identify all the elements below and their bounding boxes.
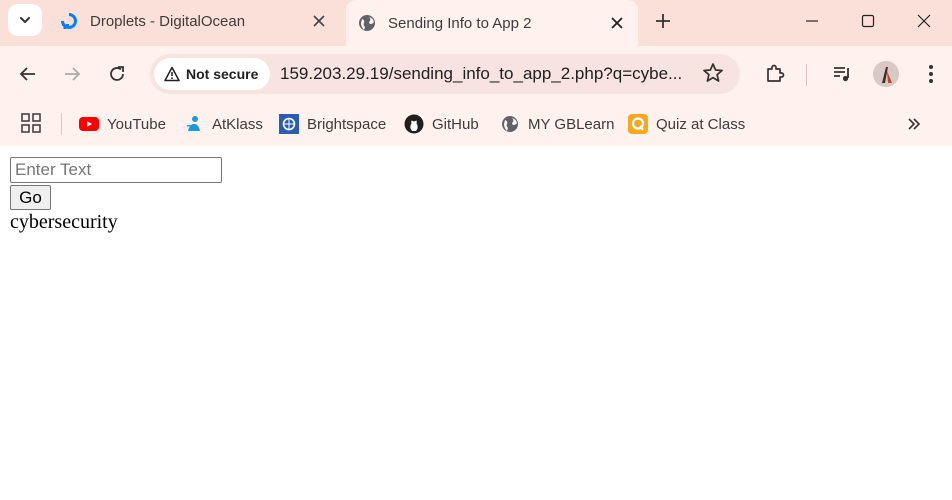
bookmark-label: AtKlass — [212, 115, 263, 133]
maximize-button[interactable] — [840, 0, 896, 42]
bookmarks-divider — [61, 113, 62, 135]
quiz-icon — [628, 114, 648, 134]
bookmark-brightspace[interactable]: Brightspace — [279, 110, 386, 138]
arrow-right-icon — [65, 67, 81, 81]
bookmark-youtube[interactable]: YouTube — [79, 110, 166, 138]
page-content: Go cybersecurity — [0, 146, 952, 500]
bookmark-label: MY GBLearn — [528, 115, 615, 133]
plus-icon — [656, 14, 670, 28]
menu-button[interactable] — [918, 61, 944, 87]
close-icon — [313, 15, 325, 27]
close-window-button[interactable] — [896, 0, 952, 42]
security-label: Not secure — [186, 66, 259, 82]
security-indicator[interactable]: Not secure — [154, 58, 271, 90]
bookmark-label: GitHub — [432, 115, 479, 133]
apps-button[interactable] — [20, 112, 44, 136]
github-icon — [404, 114, 424, 134]
close-icon — [611, 17, 623, 29]
go-button[interactable]: Go — [10, 185, 51, 210]
tab-title: Droplets - DigitalOcean — [90, 12, 246, 30]
youtube-icon — [79, 114, 99, 134]
bookmark-star-button[interactable] — [702, 62, 726, 86]
bookmark-label: YouTube — [107, 115, 166, 133]
bookmark-my-gblearn[interactable]: MY GBLearn — [500, 110, 614, 138]
profile-avatar[interactable] — [873, 61, 899, 87]
star-icon — [703, 63, 723, 82]
apps-grid-icon — [21, 113, 41, 133]
bookmark-label: Quiz at Class — [656, 115, 746, 133]
extensions-button[interactable] — [762, 61, 788, 87]
close-icon — [917, 14, 931, 28]
puzzle-icon — [767, 64, 785, 82]
tab-title: Sending Info to App 2 — [388, 14, 532, 32]
bookmark-label: Brightspace — [307, 115, 387, 133]
arrow-left-icon — [19, 67, 35, 81]
text-input[interactable] — [10, 157, 222, 183]
brightspace-icon — [279, 114, 299, 134]
bookmark-atklass[interactable]: AtKlass — [184, 110, 263, 138]
bookmark-github[interactable]: GitHub — [404, 110, 479, 138]
close-tab-button[interactable] — [606, 12, 628, 34]
forward-button[interactable] — [57, 59, 87, 89]
atklass-icon — [184, 114, 204, 134]
new-tab-button[interactable] — [648, 6, 678, 36]
bookmarks-bar: YouTube AtKlass Brightspace GitHub MY GB — [0, 102, 952, 146]
media-control-button[interactable] — [829, 61, 855, 87]
tab-strip: Droplets - DigitalOcean Sending Info to … — [0, 0, 952, 46]
more-vert-icon — [929, 65, 933, 83]
playlist-icon — [834, 67, 849, 82]
bookmark-quiz-at-class[interactable]: Quiz at Class — [628, 110, 745, 138]
minimize-button[interactable] — [784, 0, 840, 42]
digitalocean-icon — [61, 13, 77, 29]
chevron-double-right-icon — [908, 118, 921, 130]
minimize-icon — [806, 20, 818, 22]
chevron-down-icon — [20, 17, 30, 23]
reload-button[interactable] — [102, 59, 132, 89]
toolbar-divider — [806, 64, 807, 86]
tab-sending-info[interactable]: Sending Info to App 2 — [346, 0, 638, 46]
close-tab-button[interactable] — [308, 10, 330, 32]
avatar-image — [873, 61, 899, 87]
window-controls — [784, 0, 952, 42]
tab-droplets[interactable]: Droplets - DigitalOcean — [48, 0, 340, 42]
reload-icon — [110, 66, 124, 81]
maximize-icon — [861, 14, 875, 28]
result-text: cybersecurity — [10, 211, 118, 233]
more-bookmarks-button[interactable] — [902, 112, 926, 136]
globe-icon — [359, 15, 375, 31]
globe-icon — [500, 114, 520, 134]
navigation-toolbar: Not secure 159.203.29.19/sending_info_to… — [0, 46, 952, 102]
address-bar[interactable]: Not secure 159.203.29.19/sending_info_to… — [150, 54, 740, 94]
browser-window: Droplets - DigitalOcean Sending Info to … — [0, 0, 952, 500]
back-button[interactable] — [13, 59, 43, 89]
warning-icon — [164, 66, 180, 82]
url-text[interactable]: 159.203.29.19/sending_info_to_app_2.php?… — [280, 54, 690, 94]
tab-search-button[interactable] — [8, 4, 42, 36]
